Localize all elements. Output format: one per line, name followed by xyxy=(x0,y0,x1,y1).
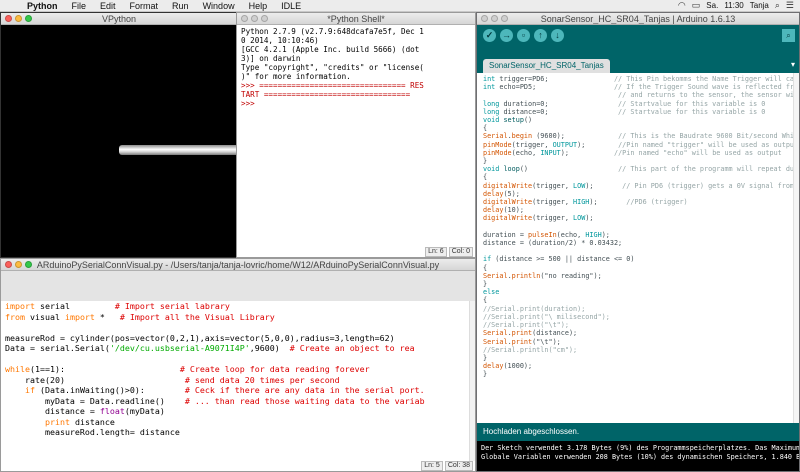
shell-output[interactable]: Python 2.7.9 (v2.7.9:648dcafa7e5f, Dec 1… xyxy=(237,25,475,251)
arduino-console[interactable]: Der Sketch verwendet 3.178 Bytes (9%) de… xyxy=(477,441,800,471)
zoom-button[interactable] xyxy=(25,15,32,22)
col-indicator: Col: 38 xyxy=(444,461,473,471)
clock-day[interactable]: Sa. xyxy=(706,1,718,10)
menu-help[interactable]: Help xyxy=(242,1,275,11)
tab-menu-chevron-icon[interactable]: ▾ xyxy=(791,60,795,69)
minimize-button[interactable] xyxy=(251,15,258,22)
menu-file[interactable]: File xyxy=(65,1,94,11)
editor-statusbar: Ln: 5 Col: 38 xyxy=(421,461,475,471)
shell-line: Python 2.7.9 (v2.7.9:648dcafa7e5f, Dec 1 xyxy=(241,27,424,36)
shell-line: [GCC 4.2.1 (Apple Inc. build 5666) (dot xyxy=(241,45,420,54)
vpython-window: VPython xyxy=(0,12,238,258)
vpython-title: VPython xyxy=(101,14,137,24)
shell-line: Type "copyright", "credits" or "license( xyxy=(241,63,424,72)
line-indicator: Ln: 5 xyxy=(421,461,443,471)
arduino-scrollbar[interactable] xyxy=(793,73,799,423)
arduino-toolbar: ✓ → ▫ ↑ ↓ ⌕ xyxy=(477,25,799,59)
open-sketch-icon[interactable]: ↑ xyxy=(534,29,547,42)
close-button[interactable] xyxy=(481,15,488,22)
search-icon[interactable]: ⌕ xyxy=(775,0,780,11)
wifi-icon[interactable]: ◠ xyxy=(678,0,686,11)
shell-line: 0 2014, 10:10:46) xyxy=(241,36,319,45)
menu-bar: Python File Edit Format Run Window Help … xyxy=(0,0,800,12)
editor-code[interactable]: import serial # Import serial labrary fr… xyxy=(1,301,471,461)
minimize-button[interactable] xyxy=(491,15,498,22)
arduino-window: SonarSensor_HC_SR04_Tanjas | Arduino 1.6… xyxy=(476,12,800,472)
console-line: Der Sketch verwendet 3.178 Bytes (9%) de… xyxy=(481,444,800,452)
arduino-code[interactable]: int trigger=PD6; // This Pin bekomms the… xyxy=(477,73,795,423)
measure-rod-cylinder xyxy=(119,145,237,155)
tab-sketch[interactable]: SonarSensor_HC_SR04_Tanjas xyxy=(483,59,610,73)
menu-app-python[interactable]: Python xyxy=(20,1,65,11)
vpython-canvas[interactable] xyxy=(1,25,237,257)
battery-icon[interactable]: ▭ xyxy=(692,0,701,11)
notification-center-icon[interactable]: ☰ xyxy=(786,0,794,11)
zoom-button[interactable] xyxy=(25,261,32,268)
editor-title: ARduinoPySerialConnVisual.py - /Users/ta… xyxy=(36,260,440,270)
close-button[interactable] xyxy=(5,261,12,268)
shell-title: *Python Shell* xyxy=(327,14,385,24)
shell-line: )" for more information. xyxy=(241,72,351,81)
zoom-button[interactable] xyxy=(501,15,508,22)
editor-scrollbar[interactable] xyxy=(469,301,475,461)
arduino-titlebar[interactable]: SonarSensor_HC_SR04_Tanjas | Arduino 1.6… xyxy=(477,13,799,25)
menu-idle[interactable]: IDLE xyxy=(274,1,308,11)
zoom-button[interactable] xyxy=(261,15,268,22)
line-indicator: Ln: 6 xyxy=(425,247,447,257)
menu-edit[interactable]: Edit xyxy=(93,1,123,11)
verify-check-icon[interactable]: ✓ xyxy=(483,29,496,42)
shell-titlebar[interactable]: *Python Shell* xyxy=(237,13,475,25)
user-name[interactable]: Tanja xyxy=(750,1,769,10)
editor-titlebar[interactable]: ARduinoPySerialConnVisual.py - /Users/ta… xyxy=(1,259,475,271)
shell-restart-banner: >>> ================================ RES… xyxy=(241,81,424,99)
menu-format[interactable]: Format xyxy=(123,1,166,11)
arduino-title: SonarSensor_HC_SR04_Tanjas | Arduino 1.6… xyxy=(540,14,736,24)
clock-time[interactable]: 11:30 xyxy=(724,1,743,10)
idle-editor-window: ARduinoPySerialConnVisual.py - /Users/ta… xyxy=(0,258,476,472)
close-button[interactable] xyxy=(5,15,12,22)
menu-window[interactable]: Window xyxy=(196,1,242,11)
minimize-button[interactable] xyxy=(15,15,22,22)
vpython-titlebar[interactable]: VPython xyxy=(1,13,237,25)
new-sketch-icon[interactable]: ▫ xyxy=(517,29,530,42)
python-shell-window: *Python Shell* Python 2.7.9 (v2.7.9:648d… xyxy=(236,12,476,258)
upload-arrow-icon[interactable]: → xyxy=(500,29,513,42)
serial-monitor-icon[interactable]: ⌕ xyxy=(782,29,795,42)
col-indicator: Col: 0 xyxy=(448,247,473,257)
shell-statusbar: Ln: 6 Col: 0 xyxy=(425,247,475,257)
shell-prompt: >>> xyxy=(241,99,255,108)
console-line: Globale Variablen verwenden 208 Bytes (1… xyxy=(481,453,800,461)
close-button[interactable] xyxy=(241,15,248,22)
status-menus: ◠ ▭ Sa. 11:30 Tanja ⌕ ☰ xyxy=(678,0,800,11)
save-sketch-icon[interactable]: ↓ xyxy=(551,29,564,42)
upload-status: Hochladen abgeschlossen. xyxy=(477,423,799,441)
editor-blank-area xyxy=(1,271,475,301)
menu-run[interactable]: Run xyxy=(165,1,196,11)
minimize-button[interactable] xyxy=(15,261,22,268)
arduino-tabbar: SonarSensor_HC_SR04_Tanjas ▾ xyxy=(477,59,799,73)
shell-line: 3)] on darwin xyxy=(241,54,301,63)
